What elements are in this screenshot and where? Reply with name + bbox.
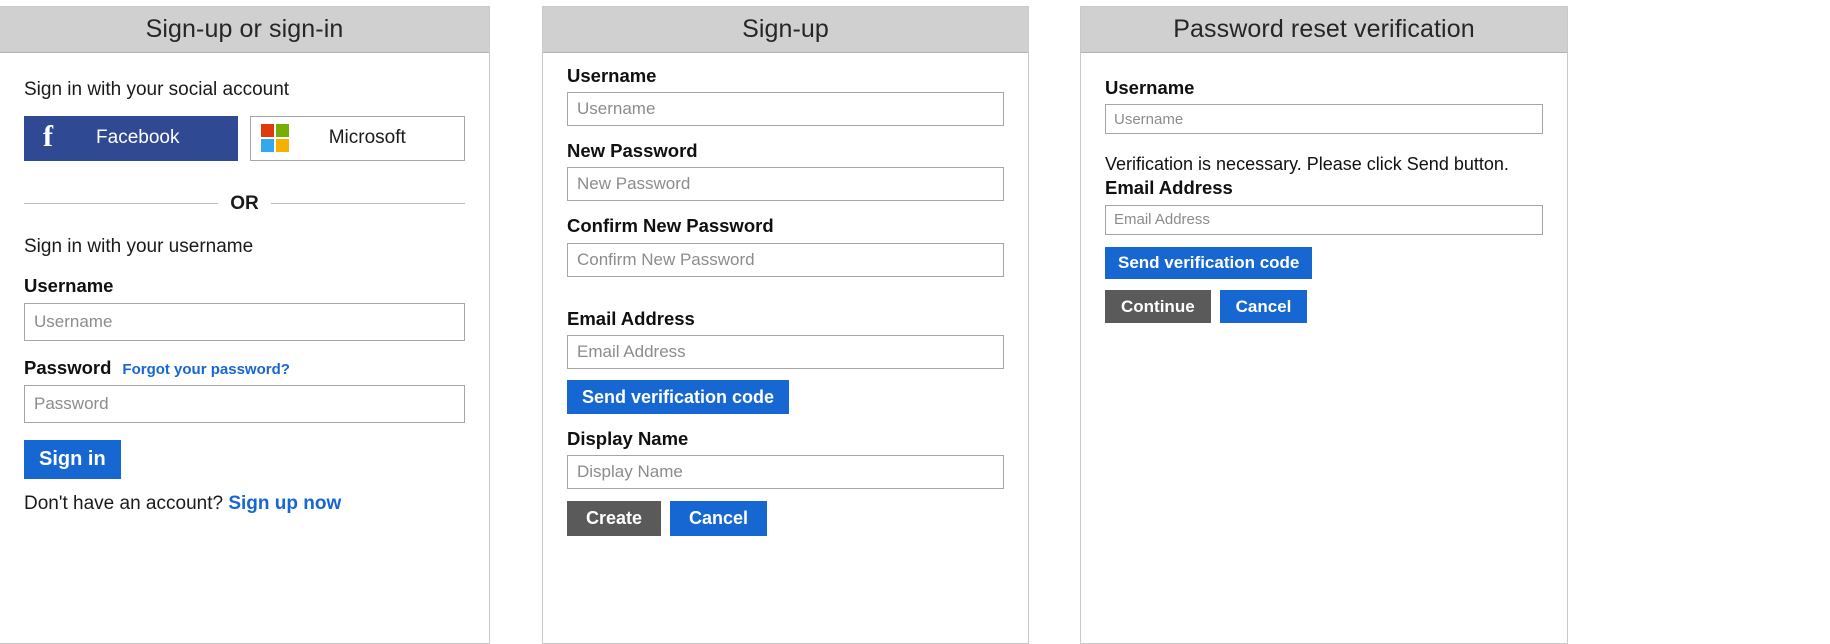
password-input[interactable] bbox=[24, 384, 465, 423]
email-address-input[interactable] bbox=[567, 334, 1004, 369]
panel-password-reset-verification: Password reset verification Username Ver… bbox=[1080, 6, 1568, 644]
screenshot-root: Sign-up or sign-in Sign in with your soc… bbox=[0, 0, 1830, 644]
username-label: Username bbox=[567, 65, 657, 86]
or-label: OR bbox=[230, 192, 259, 214]
confirm-new-password-input[interactable] bbox=[567, 242, 1004, 277]
username-label: Username bbox=[24, 274, 114, 296]
display-name-input[interactable] bbox=[567, 454, 1004, 489]
username-input[interactable] bbox=[1105, 104, 1543, 135]
confirm-new-password-label: Confirm New Password bbox=[567, 215, 774, 237]
signup-actions-row: Create Cancel bbox=[567, 500, 1004, 536]
email-address-label: Email Address bbox=[567, 307, 695, 329]
panel-body-password-reset: Username Verification is necessary. Plea… bbox=[1081, 53, 1567, 323]
facebook-button-label: Facebook bbox=[96, 127, 180, 149]
panel-body-signup-or-signin: Sign in with your social account f Faceb… bbox=[0, 53, 489, 515]
password-label-row: Password Forgot your password? bbox=[24, 357, 465, 379]
panel-header-password-reset: Password reset verification bbox=[1081, 7, 1567, 53]
microsoft-button-label: Microsoft bbox=[328, 127, 406, 149]
display-name-label: Display Name bbox=[567, 427, 689, 449]
continue-button[interactable]: Continue bbox=[1105, 289, 1211, 323]
username-input[interactable] bbox=[24, 302, 465, 341]
send-verification-code-button[interactable]: Send verification code bbox=[1105, 246, 1313, 279]
panel-body-signup: Username New Password Confirm New Passwo… bbox=[543, 53, 1028, 536]
panel-header-signup-or-signin: Sign-up or sign-in bbox=[0, 7, 489, 53]
microsoft-icon-tile-yellow bbox=[275, 139, 289, 153]
send-verification-code-button[interactable]: Send verification code bbox=[567, 379, 790, 414]
microsoft-icon-tile-blue bbox=[260, 139, 274, 153]
email-address-input[interactable] bbox=[1105, 204, 1543, 235]
page-title: Password reset verification bbox=[1173, 15, 1475, 43]
or-divider: OR bbox=[24, 194, 465, 213]
cancel-button[interactable]: Cancel bbox=[1219, 289, 1308, 323]
forgot-password-link[interactable]: Forgot your password? bbox=[122, 361, 290, 378]
no-account-text: Don't have an account? bbox=[24, 492, 224, 514]
password-reset-actions-row: Continue Cancel bbox=[1105, 289, 1543, 323]
divider-rule-right bbox=[270, 202, 465, 204]
email-address-label: Email Address bbox=[1105, 177, 1233, 199]
create-button[interactable]: Create bbox=[567, 500, 662, 536]
microsoft-icon-tile-red bbox=[260, 124, 274, 138]
username-label: Username bbox=[1105, 77, 1195, 98]
new-password-label: New Password bbox=[567, 140, 698, 162]
verification-note: Verification is necessary. Please click … bbox=[1105, 154, 1509, 175]
facebook-signin-button[interactable]: f Facebook bbox=[24, 115, 238, 161]
username-input[interactable] bbox=[567, 92, 1004, 127]
panel-signup: Sign-up Username New Password Confirm Ne… bbox=[542, 6, 1029, 644]
page-title: Sign-up bbox=[742, 15, 829, 43]
page-title: Sign-up or sign-in bbox=[145, 15, 344, 43]
new-password-input[interactable] bbox=[567, 167, 1004, 202]
microsoft-signin-button[interactable]: Microsoft bbox=[249, 115, 465, 161]
facebook-icon: f bbox=[43, 120, 53, 154]
sign-up-now-link[interactable]: Sign up now bbox=[228, 493, 341, 514]
social-account-lead: Sign in with your social account bbox=[24, 79, 290, 100]
username-signin-lead: Sign in with your username bbox=[24, 235, 254, 257]
social-buttons-row: f Facebook Microsoft bbox=[24, 115, 465, 161]
signup-prompt-row: Don't have an account? Sign up now bbox=[24, 493, 465, 515]
divider-rule-left bbox=[24, 202, 219, 204]
microsoft-icon-tile-green bbox=[275, 124, 289, 138]
microsoft-icon bbox=[260, 124, 289, 153]
cancel-button[interactable]: Cancel bbox=[670, 500, 768, 536]
password-label: Password bbox=[24, 356, 112, 378]
sign-in-button[interactable]: Sign in bbox=[24, 439, 121, 479]
panel-signup-or-signin: Sign-up or sign-in Sign in with your soc… bbox=[0, 6, 490, 644]
panel-header-signup: Sign-up bbox=[543, 7, 1028, 53]
